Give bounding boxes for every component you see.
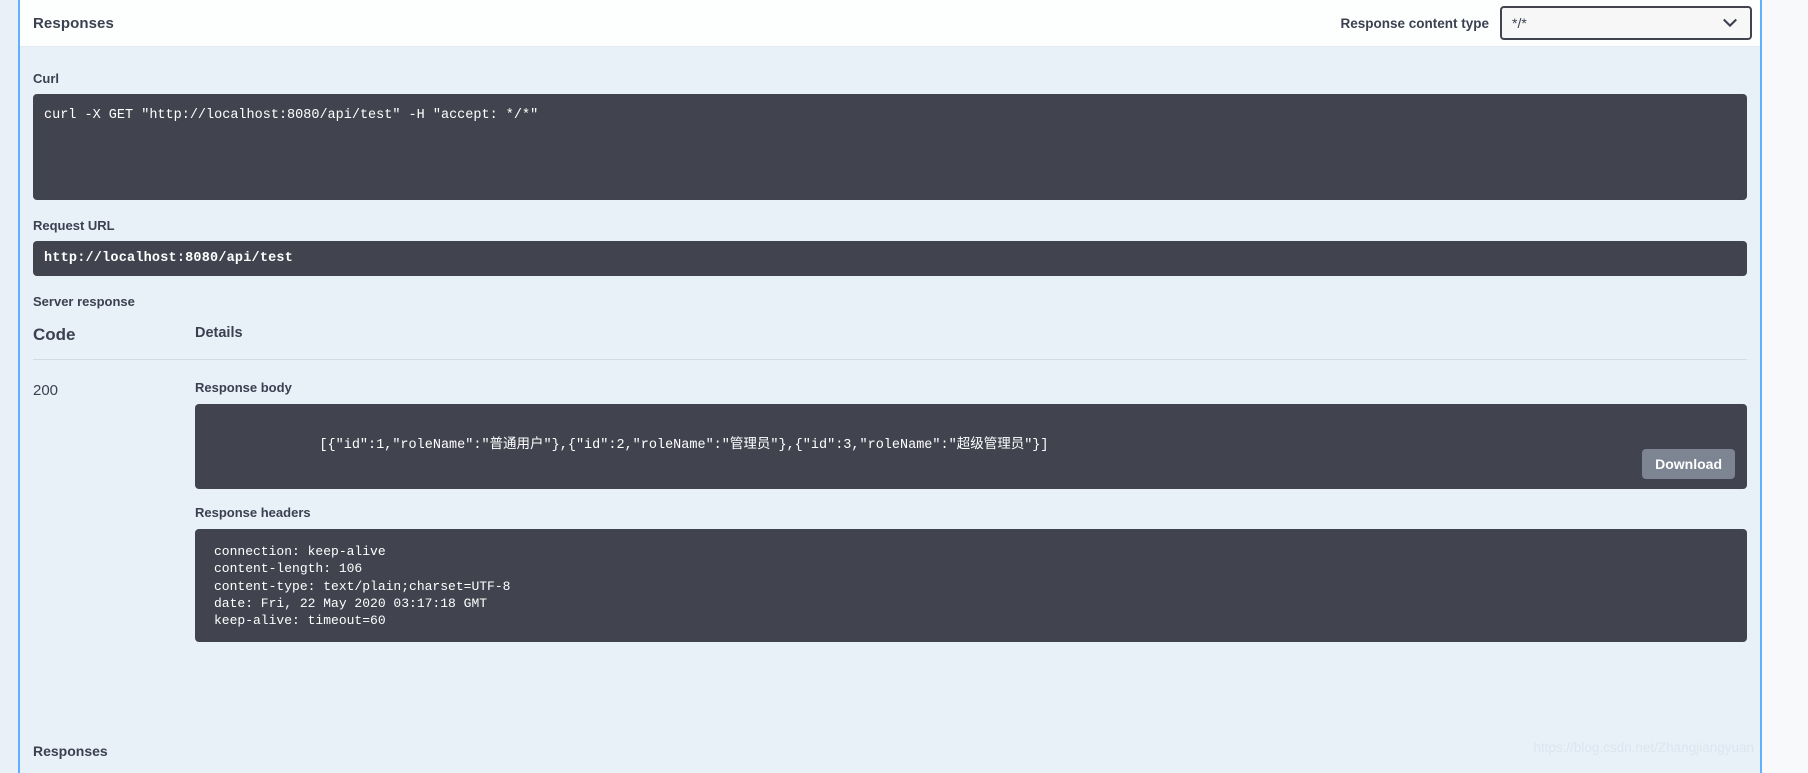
curl-label: Curl — [33, 71, 59, 86]
curl-command-block[interactable]: curl -X GET "http://localhost:8080/api/t… — [33, 94, 1747, 200]
responses-panel: Responses Response content type */* Curl… — [18, 0, 1762, 773]
left-gutter — [0, 0, 18, 773]
table-row: 200 Response body [{"id":1,"roleName":"普… — [33, 360, 1747, 642]
curl-command-text: curl -X GET "http://localhost:8080/api/t… — [44, 108, 539, 123]
column-header-code: Code — [33, 325, 76, 344]
chevron-down-icon — [1722, 15, 1738, 31]
request-url-label: Request URL — [33, 218, 115, 233]
response-content-type-group: Response content type */* — [1340, 6, 1752, 40]
column-header-details: Details — [195, 325, 243, 341]
right-gutter — [1762, 0, 1808, 773]
table-header-row: Code Details — [33, 325, 1747, 360]
response-code: 200 — [33, 382, 59, 399]
response-content-type-value: */* — [1512, 15, 1527, 31]
responses-body: Curl curl -X GET "http://localhost:8080/… — [20, 47, 1760, 773]
server-response-table: Code Details 200 Response body [{"id":1,… — [33, 325, 1747, 642]
swagger-responses-screen: Responses Response content type */* Curl… — [0, 0, 1808, 773]
bottom-responses-label: Responses — [33, 743, 108, 759]
response-body-text: [{"id":1,"roleName":"普通用户"},{"id":2,"rol… — [319, 437, 1049, 453]
response-content-type-select[interactable]: */* — [1500, 6, 1752, 40]
response-headers-block: connection: keep-alive content-length: 1… — [195, 529, 1747, 642]
server-response-label: Server response — [33, 294, 135, 309]
response-headers-text: connection: keep-alive content-length: 1… — [214, 544, 511, 629]
response-headers-label: Response headers — [195, 505, 311, 520]
page-title: Responses — [33, 14, 114, 32]
response-details: Response body [{"id":1,"roleName":"普通用户"… — [195, 380, 1747, 642]
responses-header: Responses Response content type */* — [20, 0, 1760, 47]
download-button[interactable]: Download — [1642, 449, 1735, 479]
response-body-label: Response body — [195, 380, 292, 395]
request-url-value: http://localhost:8080/api/test — [33, 241, 1747, 276]
response-body-block: [{"id":1,"roleName":"普通用户"},{"id":2,"rol… — [195, 404, 1747, 489]
watermark: https://blog.csdn.net/Zhangjiangyuan — [1533, 740, 1754, 755]
response-content-type-label: Response content type — [1340, 15, 1489, 31]
